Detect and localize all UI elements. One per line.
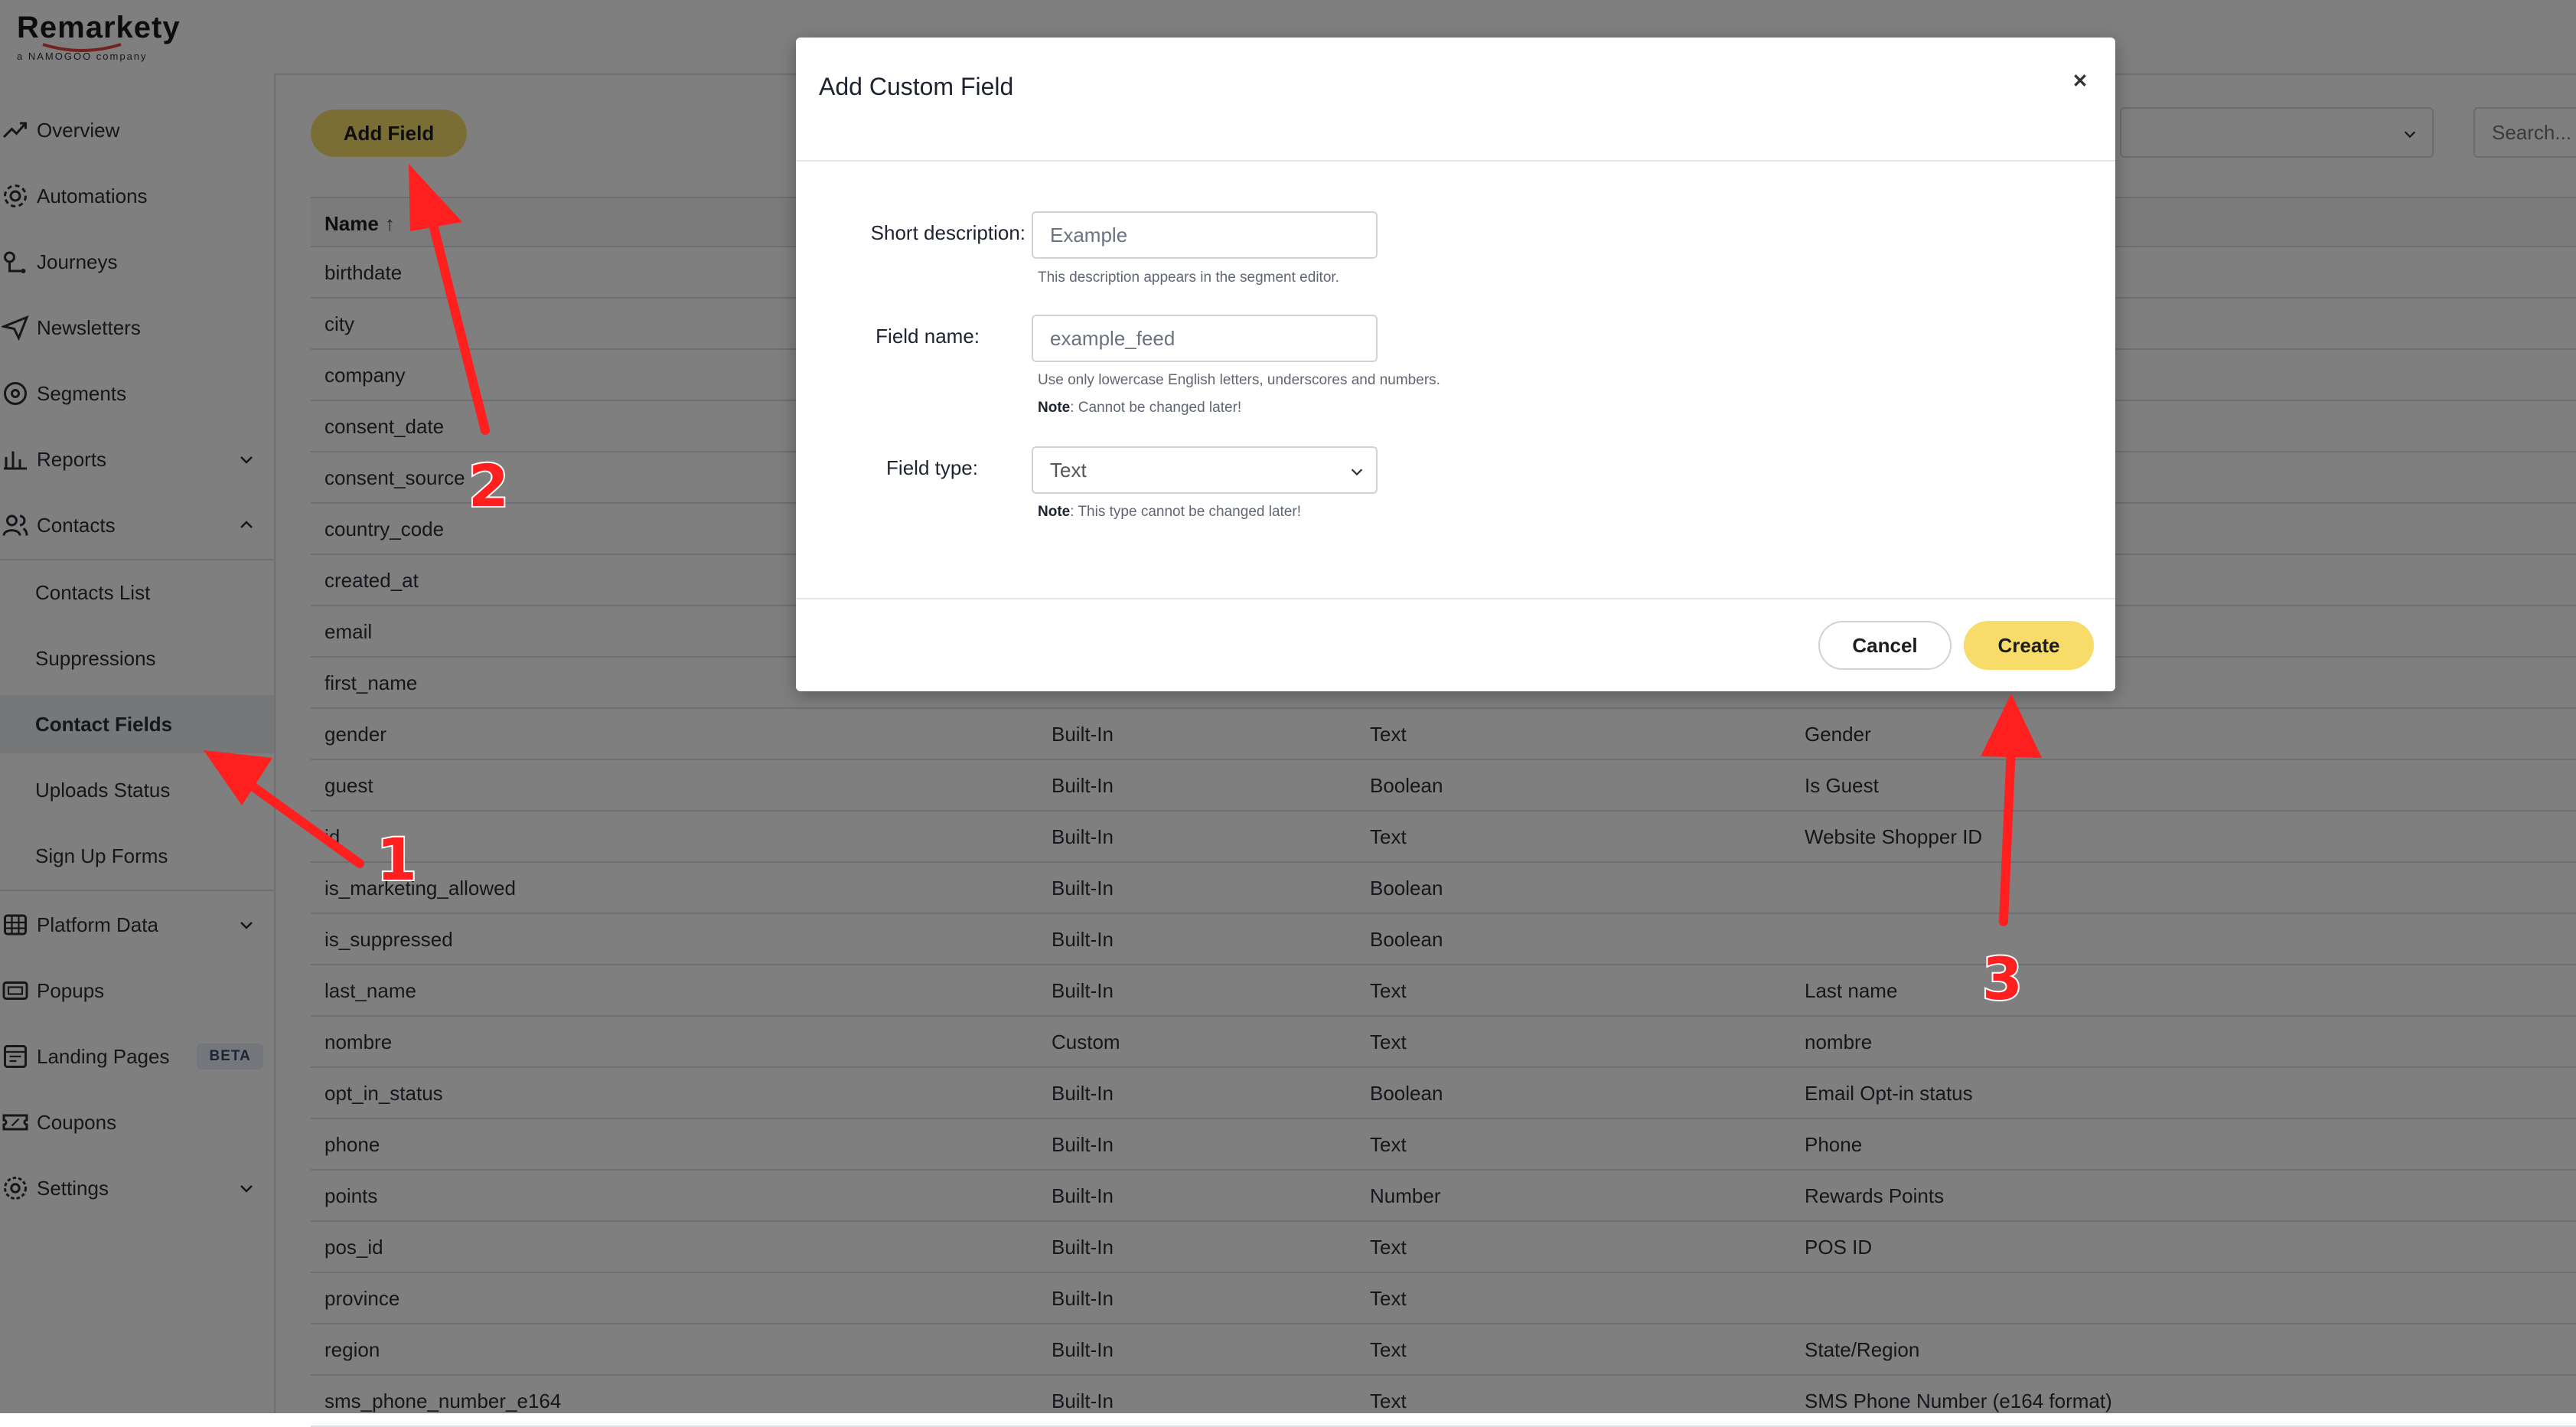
close-icon[interactable] [2068, 68, 2092, 93]
note-text: : This type cannot be changed later! [1070, 504, 1301, 520]
modal-header: Add Custom Field [796, 38, 2115, 162]
short-description-hint: This description appears in the segment … [1038, 269, 1339, 286]
annotation-number-3: 3 [1981, 943, 2024, 1014]
annotation-number-1: 1 [375, 824, 419, 895]
field-name-hint: Use only lowercase English letters, unde… [1038, 372, 1440, 388]
chevron-down-icon [1351, 469, 1363, 476]
field-type-label: Field type: [886, 456, 978, 479]
field-type-value: Text [1050, 458, 1087, 482]
note-label: Note [1038, 400, 1071, 416]
field-type-select[interactable]: Text [1032, 446, 1378, 494]
field-name-label: Field name: [876, 325, 980, 348]
add-custom-field-modal: Add Custom Field Short description: This… [796, 38, 2115, 691]
create-button[interactable]: Create [1964, 621, 2094, 670]
note-label: Note [1038, 504, 1071, 520]
short-description-label: Short description: [870, 221, 1026, 244]
field-name-input[interactable] [1032, 315, 1378, 362]
short-description-input[interactable] [1032, 211, 1378, 259]
field-name-note: Note: Cannot be changed later! [1038, 400, 1241, 416]
cancel-button[interactable]: Cancel [1818, 621, 1952, 670]
note-text: : Cannot be changed later! [1070, 400, 1242, 416]
modal-footer-divider [796, 598, 2115, 599]
annotation-number-2: 2 [467, 450, 510, 521]
modal-title: Add Custom Field [819, 73, 1014, 100]
field-type-note: Note: This type cannot be changed later! [1038, 504, 1301, 521]
